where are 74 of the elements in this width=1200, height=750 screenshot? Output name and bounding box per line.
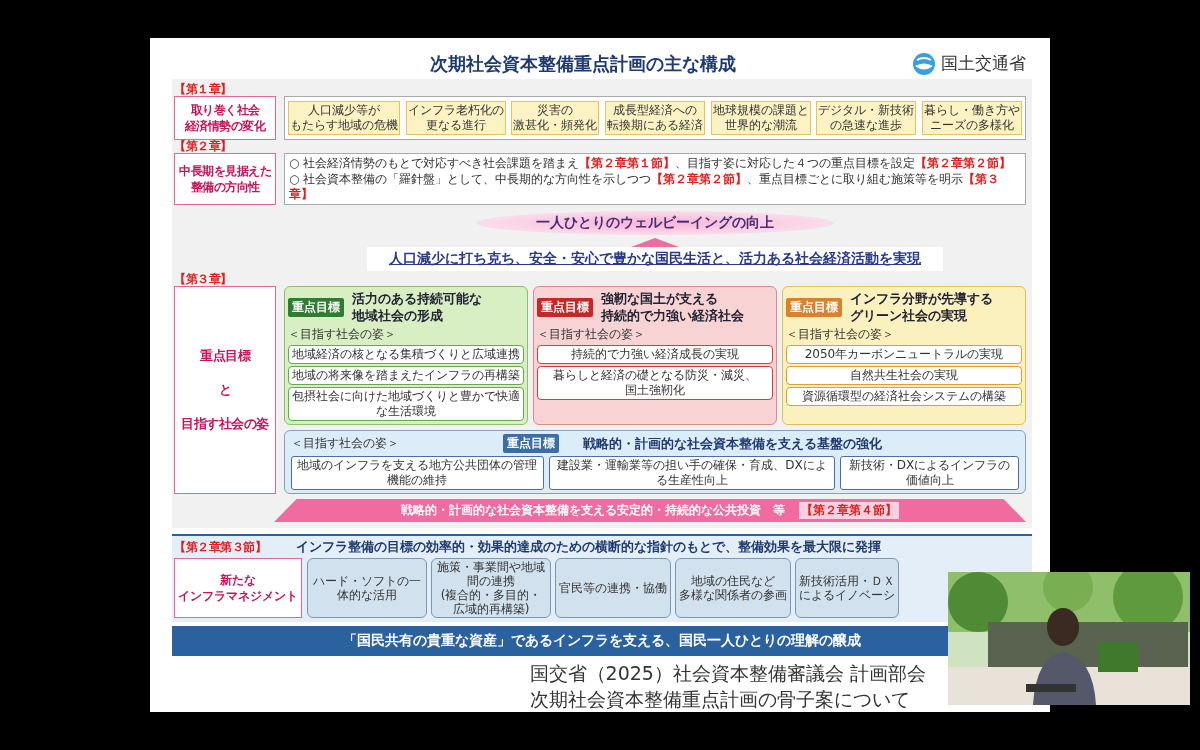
slide-title: 次期社会資本整備重点計画の主な構成 <box>428 51 737 76</box>
chapter-tag: 【第２章】 <box>174 140 1026 153</box>
trend-text: 激甚化・頻発化 <box>513 118 598 133</box>
trend-text: 世界的な潮流 <box>724 118 797 133</box>
item-text: によるイノベーシ <box>799 588 895 602</box>
item-text: 施策・事業間や地域間の連携 <box>436 560 546 588</box>
goal-item: 建設業・運輸業等の担い手の確保・育成、DXによる生産性向上 <box>548 456 836 490</box>
bullet-text: ○ 社会経済情勢のもとで対応すべき社会課題を踏まえ【第２章第１節】、目指す姿に対応した４つの重点目標を設定【第２章第２節】 <box>289 156 1013 171</box>
band-text: 戦略的・計画的な社会資本整備を支える安定的・持続的な公共投資 等 <box>401 502 785 519</box>
label-text: 経済情勢の変化 <box>184 118 266 134</box>
goal-item: 新技術・DXによるインフラの価値向上 <box>840 456 1019 490</box>
trend-text: 地球規模の課題と <box>712 103 809 118</box>
item-text: 多様な関係者の参画 <box>679 588 787 602</box>
item-text: 2050年カーボンニュートラルの実現 <box>804 347 1004 362</box>
goal-title: グリーン社会の実現 <box>850 307 968 324</box>
caption-text: 国交省（2025）社会資本整備審議会 計画部会 <box>529 661 926 686</box>
item-text: 持続的で力強い経済成長の実現 <box>571 347 739 362</box>
item-text: 自然共生社会の実現 <box>850 368 958 383</box>
item-text: ハード・ソフトの一体的な活用 <box>312 574 422 602</box>
trend-text: 災害の <box>537 103 574 118</box>
goal-title: 活力のある持続可能な <box>352 290 482 307</box>
chapter-tag: 【第３章】 <box>174 273 1026 286</box>
trend-text: 更なる進行 <box>425 118 486 133</box>
goal-badge: 重点目標 <box>786 297 842 317</box>
item-text: 地域の将来像を踏まえたインフラの再構築 <box>292 368 520 383</box>
item-text: 官民等の連携・協働 <box>559 581 667 595</box>
trend-text: 転換期にある経済 <box>606 118 703 133</box>
item-text: 地域経済の核となる集積づくりと広域連携 <box>292 347 520 362</box>
bullet-text: ○ 社会資本整備の「羅針盤」として、中長期的な方向性を示しつつ【第２章第２節】、重点目標ごとに取り組む施策等を明示【第３章】 <box>289 172 1001 202</box>
goal-title: 持続的で力強い経済社会 <box>601 307 744 324</box>
label-text: 目指す社会の姿 <box>181 416 269 432</box>
label-text: 取り巻く社会 <box>190 102 260 118</box>
subheading: ＜目指す社会の姿＞ <box>288 326 397 343</box>
item-text: 地域の住民など <box>691 574 775 588</box>
trend-text: 成長型経済への <box>612 103 697 118</box>
item-text: 新技術活用・ＤＸ <box>799 574 895 588</box>
subheading: ＜目指す社会の姿＞ <box>786 326 895 343</box>
goal-title: 戦略的・計画的な社会資本整備を支える基盤の強化 <box>583 434 882 453</box>
item-text: 包摂社会に向けた地域づくりと豊かで快適な生活環境 <box>291 389 521 419</box>
chapter-tag: 【第２章第３節】 <box>174 541 266 554</box>
goal-badge: 重点目標 <box>537 297 593 317</box>
goal-badge: 重点目標 <box>503 434 559 453</box>
label-text: と <box>218 382 232 398</box>
goal-badge: 重点目標 <box>288 297 344 317</box>
goal-title: 地域社会の形成 <box>352 307 444 324</box>
caption-text: 次期社会資本整備重点計画の骨子案について <box>529 687 911 712</box>
goal-item: 地域のインフラを支える地方公共団体の管理機能の維持 <box>291 456 544 490</box>
management-heading: インフラ整備の目標の効率的・効果的達成のための横断的な指針のもとで、整備効果を最大限に発揮 <box>296 539 881 556</box>
goal-title: インフラ分野が先導する <box>850 290 993 307</box>
trend-text: の急速な進歩 <box>830 118 903 133</box>
label-text: インフラマネジメント <box>178 588 298 604</box>
trend-text: インフラ老朽化の <box>407 103 504 118</box>
subheading: ＜目指す社会の姿＞ <box>537 326 646 343</box>
item-text: 資源循環型の経済社会システムの構築 <box>802 389 1006 404</box>
label-text: 整備の方向性 <box>190 179 260 195</box>
wellbeing-banner: 一人ひとりのウェルビーイングの向上 <box>476 211 834 235</box>
label-text: 重点目標 <box>200 348 250 364</box>
logo-text: 国土交通省 <box>941 52 1026 75</box>
logo-icon <box>911 50 937 77</box>
subheading: ＜目指す社会の姿＞ <box>291 435 399 452</box>
item-text: 暮らしと経済の礎となる防災・減災、 <box>553 368 757 383</box>
trend-text: もたらす地域の危機 <box>290 118 398 133</box>
goal-title: 強靭な国土が支える <box>601 290 719 307</box>
vision-banner: 人口減少に打ち克ち、安全・安心で豊かな国民生活と、活力ある社会経済活動を実現 <box>367 247 943 271</box>
trend-text: デジタル・新技術 <box>818 103 915 118</box>
trend-text: ニーズの多様化 <box>929 118 1014 133</box>
label-text: 中長期を見据えた <box>179 163 271 179</box>
chapter-tag: 【第２章第４節】 <box>799 502 899 519</box>
chapter-tag: 【第１章】 <box>174 83 1026 96</box>
label-text: 新たな <box>220 572 256 588</box>
item-text: 国土強靭化 <box>625 383 685 398</box>
trend-text: 人口減少等が <box>308 103 380 118</box>
trend-text: 暮らし・働き方や <box>923 103 1020 118</box>
item-text: (複合的・多目的・広域的再構築) <box>439 588 543 616</box>
